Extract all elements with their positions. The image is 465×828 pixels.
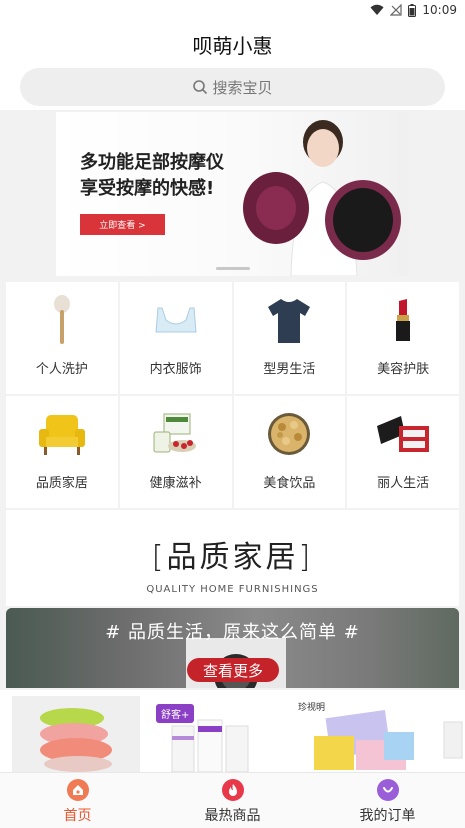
product-card[interactable]: 珍视明 xyxy=(294,696,434,772)
category-item[interactable]: 品质家居 xyxy=(6,396,118,508)
tab-my-orders[interactable]: 我的订单 xyxy=(310,773,465,828)
orders-icon xyxy=(376,779,399,801)
category-item[interactable]: 健康滋补 xyxy=(119,396,232,508)
category-item[interactable]: 美食饮品 xyxy=(233,396,346,508)
supplement-icon xyxy=(148,406,204,462)
section-subtitle: QUALITY HOME FURNISHINGS xyxy=(146,584,319,595)
banner-model-image xyxy=(243,120,401,276)
carousel-indicator xyxy=(216,267,250,270)
category-label: 美食饮品 xyxy=(263,476,316,491)
tab-home[interactable]: 首页 xyxy=(0,773,155,828)
page-title: 呗萌小惠 xyxy=(192,34,273,58)
product-card[interactable]: 舒客+ xyxy=(150,696,278,772)
category-item[interactable]: 内衣服饰 xyxy=(119,282,232,394)
eye-drops-image xyxy=(314,710,414,770)
wifi-icon xyxy=(370,4,384,15)
bra-icon xyxy=(148,292,204,348)
category-item[interactable]: 型男生活 xyxy=(233,282,346,394)
bath-brush-icon xyxy=(34,292,90,348)
battery-icon xyxy=(408,3,417,17)
promo-tagline: # 品质生活，原来这么简单 # xyxy=(105,622,360,643)
toothpaste-image xyxy=(171,719,249,772)
category-grid: 个人洗护 内衣服饰 型男生活 美容护肤 品质家居 健康滋补 美食饮品 丽人生活 xyxy=(6,282,459,508)
banner-title-line2: 享受按摩的快感! xyxy=(80,178,215,199)
search-placeholder: 搜索宝贝 xyxy=(212,78,273,97)
signal-off-icon xyxy=(390,4,403,16)
category-label: 美容护肤 xyxy=(377,362,430,377)
product-card[interactable] xyxy=(442,696,465,772)
status-icons: 10:09 xyxy=(370,3,457,17)
banner-view-button[interactable]: 立即查看 > xyxy=(80,214,165,235)
section-header-home: [品质家居] QUALITY HOME FURNISHINGS xyxy=(6,510,459,606)
top-header: 呗萌小惠 搜索宝贝 xyxy=(0,22,465,110)
lipstick-icon xyxy=(375,292,431,348)
product-card[interactable] xyxy=(12,696,140,772)
category-label: 健康滋补 xyxy=(149,476,202,491)
status-time: 10:09 xyxy=(422,3,457,17)
flame-icon xyxy=(221,779,244,801)
bottom-tab-bar: 首页 最热商品 我的订单 xyxy=(0,772,465,828)
slippers-image xyxy=(40,708,112,772)
category-label: 个人洗护 xyxy=(35,362,88,377)
section-title: [品质家居] xyxy=(151,540,314,575)
tshirt-icon xyxy=(261,292,317,348)
category-label: 型男生活 xyxy=(263,362,316,377)
search-icon xyxy=(193,80,208,95)
category-item[interactable]: 个人洗护 xyxy=(6,282,118,394)
category-item[interactable]: 美容护肤 xyxy=(347,282,459,394)
promo-strip[interactable]: # 品质生活，原来这么简单 # 查看更多 xyxy=(6,608,459,688)
product-partial-image xyxy=(443,721,463,759)
tab-label: 我的订单 xyxy=(359,808,416,824)
product-row: 舒客+ 珍视明 xyxy=(0,690,465,772)
category-label: 内衣服饰 xyxy=(149,362,202,377)
home-icon xyxy=(66,779,89,801)
armchair-icon xyxy=(34,406,90,462)
gift-box-icon xyxy=(375,406,431,462)
promo-banner[interactable]: 多功能足部按摩仪 享受按摩的快感! 立即查看 > xyxy=(56,112,409,276)
tab-hot-products[interactable]: 最热商品 xyxy=(155,773,310,828)
banner-title-line1: 多功能足部按摩仪 xyxy=(80,152,224,173)
tab-label: 首页 xyxy=(63,808,92,824)
search-input[interactable]: 搜索宝贝 xyxy=(20,68,445,106)
status-bar: 10:09 xyxy=(0,0,465,22)
cookie-tin-icon xyxy=(261,406,317,462)
category-label: 丽人生活 xyxy=(377,476,430,491)
tab-label: 最热商品 xyxy=(204,808,261,824)
category-item[interactable]: 丽人生活 xyxy=(347,396,459,508)
category-label: 品质家居 xyxy=(35,476,88,491)
view-more-button[interactable]: 查看更多 xyxy=(187,658,279,682)
